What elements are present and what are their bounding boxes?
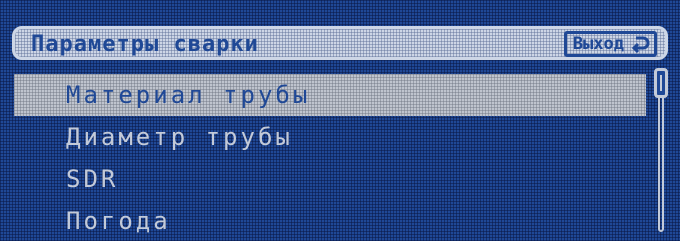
menu-item-label: Диаметр трубы: [66, 123, 293, 151]
header-bar: Параметры сварки Выход: [12, 26, 668, 60]
return-arrow-icon: [631, 36, 650, 54]
exit-label: Выход: [572, 34, 624, 54]
menu-item-weather[interactable]: Погода: [14, 200, 646, 241]
menu-item-pipe-diameter[interactable]: Диаметр трубы: [14, 116, 646, 158]
page-title: Параметры сварки: [31, 32, 259, 57]
menu-item-pipe-material[interactable]: Материал трубы: [14, 74, 646, 116]
scrollbar-thumb[interactable]: [654, 68, 668, 98]
scrollbar[interactable]: [654, 68, 670, 236]
lcd-screen: Параметры сварки Выход Материал трубы Ди…: [0, 0, 680, 241]
menu-list: Материал трубы Диаметр трубы SDR Погода: [14, 74, 646, 241]
menu-item-label: Погода: [66, 207, 171, 235]
menu-item-label: SDR: [66, 165, 119, 193]
menu-item-label: Материал трубы: [66, 81, 311, 109]
scrollbar-track: [658, 90, 664, 232]
exit-button[interactable]: Выход: [563, 31, 657, 57]
menu-item-sdr[interactable]: SDR: [14, 158, 646, 200]
